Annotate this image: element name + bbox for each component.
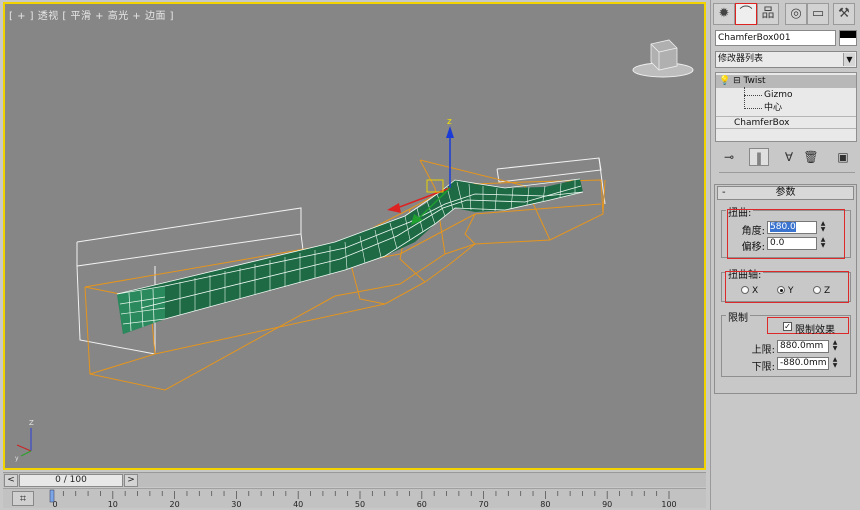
bias-spinner-arrows[interactable]: ▲ ▼ xyxy=(819,237,827,250)
show-end-result-icon[interactable]: ‖ xyxy=(749,148,769,166)
axis-y-radio[interactable]: Y xyxy=(777,286,794,296)
svg-text:Z: Z xyxy=(29,419,34,427)
limits-group-title: 限制 xyxy=(726,309,750,324)
prev-frame-button[interactable]: < xyxy=(4,474,18,487)
stack-item-center[interactable]: 中心 xyxy=(716,102,856,115)
rollout-title: 参数 xyxy=(775,187,796,198)
parameters-rollout: - 参数 扭曲: 角度: 580.0 ▲ ▼ 偏移: 0.0 ▲ ▼ 扭曲轴: X … xyxy=(714,184,857,394)
max-window: z Z y [ + ] 透视 [ 平滑 + 高光 + 边面 ] < 0 / 10… xyxy=(0,0,860,510)
angle-label: 角度: xyxy=(741,226,765,237)
display-tab-icon[interactable]: ▭ xyxy=(807,3,829,25)
motion-tab-icon[interactable]: ◎ xyxy=(785,3,807,25)
angle-input[interactable]: 580.0 xyxy=(767,221,817,234)
next-frame-button[interactable]: > xyxy=(124,474,138,487)
stack-item-twist[interactable]: 💡 ⊟ Twist xyxy=(716,75,856,88)
axis-x-radio[interactable]: X xyxy=(741,286,758,296)
modifier-list-dropdown[interactable]: 修改器列表 ▼ xyxy=(715,51,857,68)
remove-modifier-icon[interactable]: 🗑 xyxy=(801,148,821,166)
track-bar[interactable]: ⌗ 0 10 20 30 40 50 60 70 80 90 100 xyxy=(3,488,706,509)
gizmo-z-label: z xyxy=(447,117,452,127)
frame-ruler[interactable]: 0 10 20 30 40 50 60 70 80 90 100 xyxy=(47,489,705,509)
modifier-stack[interactable]: 💡 ⊟ Twist Gizmo 中心 ChamferBox xyxy=(715,72,857,142)
radio-dot-icon xyxy=(813,286,821,294)
ruler-tick-label: 100 xyxy=(661,500,676,509)
chevron-down-icon[interactable]: ▼ xyxy=(843,53,855,66)
hierarchy-tab-icon[interactable]: 品 xyxy=(757,3,779,25)
ruler-tick-label: 60 xyxy=(417,500,427,509)
modify-tab-icon[interactable]: ⌒ xyxy=(735,3,757,25)
upper-limit-label: 上限: xyxy=(751,345,775,356)
command-panel-tabs: ✹ ⌒ 品 ◎ ▭ ⚒ xyxy=(711,2,860,26)
object-name-field[interactable]: ChamferBox001 xyxy=(715,30,836,46)
limit-effect-label: 限制效果 xyxy=(795,325,835,336)
command-panel: ✹ ⌒ 品 ◎ ▭ ⚒ ChamferBox001 修改器列表 ▼ 💡 ⊟ Tw… xyxy=(710,0,860,510)
ruler-tick-label: 30 xyxy=(231,500,241,509)
time-slider[interactable]: 0 / 100 xyxy=(19,474,123,487)
modifier-list-label: 修改器列表 xyxy=(718,54,764,64)
ruler-tick-label: 90 xyxy=(602,500,612,509)
svg-text:y: y xyxy=(15,455,19,462)
viewport-label-menu[interactable]: [ + ] 透视 [ 平滑 + 高光 + 边面 ] xyxy=(9,7,174,22)
angle-spinner-arrows[interactable]: ▲ ▼ xyxy=(819,221,827,234)
lower-limit-input[interactable]: -880.0mm xyxy=(777,357,829,370)
bias-label: 偏移: xyxy=(741,242,765,253)
axis-z-radio[interactable]: Z xyxy=(813,286,830,296)
rollout-header[interactable]: - 参数 xyxy=(717,186,854,200)
ruler-tick-label: 80 xyxy=(540,500,550,509)
ruler-tick-label: 40 xyxy=(293,500,303,509)
utilities-tab-icon[interactable]: ⚒ xyxy=(833,3,855,25)
current-frame-marker[interactable] xyxy=(49,489,55,503)
time-slider-bar: < 0 / 100 > xyxy=(3,472,706,487)
upper-spinner-arrows[interactable]: ▲ ▼ xyxy=(831,340,839,353)
lower-limit-label: 下限: xyxy=(751,362,775,373)
lower-spinner-arrows[interactable]: ▲ ▼ xyxy=(831,357,839,370)
curve-editor-icon[interactable]: ⌗ xyxy=(12,491,34,506)
scene-render: z Z y xyxy=(5,4,704,468)
divider xyxy=(719,172,855,173)
radio-dot-icon xyxy=(741,286,749,294)
ruler-tick-label: 20 xyxy=(170,500,180,509)
stack-item-gizmo[interactable]: Gizmo xyxy=(716,89,856,102)
ruler-tick-label: 50 xyxy=(355,500,365,509)
make-unique-icon[interactable]: ∀ xyxy=(779,148,799,166)
create-tab-icon[interactable]: ✹ xyxy=(713,3,735,25)
pin-stack-icon[interactable]: ⊸ xyxy=(719,148,739,166)
ruler-tick-label: 10 xyxy=(108,500,118,509)
perspective-viewport[interactable]: z Z y [ + ] 透视 [ 平滑 + 高光 + 边面 ] xyxy=(3,2,706,470)
stack-item-twist-label: Twist xyxy=(743,76,766,86)
stack-toolbar: ⊸ ‖ ∀ 🗑 ▣ xyxy=(715,147,857,169)
configure-sets-icon[interactable]: ▣ xyxy=(833,148,853,166)
stack-item-chamferbox[interactable]: ChamferBox xyxy=(716,116,856,129)
bias-input[interactable]: 0.0 xyxy=(767,237,817,250)
radio-dot-selected-icon xyxy=(777,286,785,294)
upper-limit-input[interactable]: 880.0mm xyxy=(777,340,829,353)
collapse-box-icon[interactable]: ⊟ xyxy=(733,76,743,86)
limit-effect-checkbox[interactable]: ✓ xyxy=(783,322,792,331)
ruler-tick-label: 70 xyxy=(479,500,489,509)
object-color-swatch[interactable] xyxy=(839,30,857,46)
lightbulb-icon[interactable]: 💡 xyxy=(719,76,730,86)
